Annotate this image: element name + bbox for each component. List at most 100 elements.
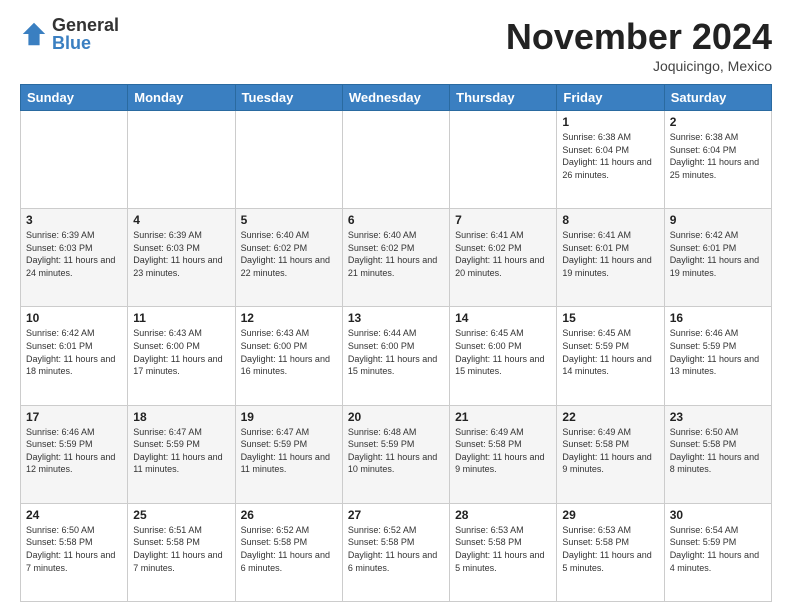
day-number: 3 [26,213,122,227]
calendar-cell: 16 Sunrise: 6:46 AM Sunset: 5:59 PM Dayli… [664,307,771,405]
day-info: Sunrise: 6:45 AM Sunset: 6:00 PM Dayligh… [455,327,551,377]
day-number: 12 [241,311,337,325]
calendar-cell [21,111,128,209]
col-header-thursday: Thursday [450,85,557,111]
calendar-cell: 29 Sunrise: 6:53 AM Sunset: 5:58 PM Dayli… [557,503,664,601]
calendar-cell: 26Sunrise: 6:52 AM Sunset: 5:58 PM Dayli… [235,503,342,601]
logo-blue: Blue [52,34,119,52]
day-info: Sunrise: 6:51 AM Sunset: 5:58 PM Dayligh… [133,524,229,574]
col-header-monday: Monday [128,85,235,111]
day-info: Sunrise: 6:50 AM Sunset: 5:58 PM Dayligh… [670,426,766,476]
calendar-cell: 20 Sunrise: 6:48 AM Sunset: 5:59 PM Dayli… [342,405,449,503]
day-number: 27 [348,508,444,522]
day-info: Sunrise: 6:50 AM Sunset: 5:58 PM Dayligh… [26,524,122,574]
calendar-cell: 22 Sunrise: 6:49 AM Sunset: 5:58 PM Dayli… [557,405,664,503]
day-info: Sunrise: 6:41 AM Sunset: 6:02 PM Dayligh… [455,229,551,279]
day-info: Sunrise: 6:42 AM Sunset: 6:01 PM Dayligh… [670,229,766,279]
day-info: Sunrise: 6:49 AM Sunset: 5:58 PM Dayligh… [562,426,658,476]
day-number: 20 [348,410,444,424]
day-info: Sunrise: 6:47 AM Sunset: 5:59 PM Dayligh… [241,426,337,476]
calendar-week-0: 1 Sunrise: 6:38 AM Sunset: 6:04 PM Daylig… [21,111,772,209]
day-info: Sunrise: 6:42 AM Sunset: 6:01 PM Dayligh… [26,327,122,377]
day-number: 14 [455,311,551,325]
day-number: 30 [670,508,766,522]
day-info: Sunrise: 6:52 AM Sunset: 5:58 PM Dayligh… [348,524,444,574]
day-info: Sunrise: 6:52 AM Sunset: 5:58 PM Dayligh… [241,524,337,574]
calendar-cell [342,111,449,209]
day-info: Sunrise: 6:41 AM Sunset: 6:01 PM Dayligh… [562,229,658,279]
calendar-cell: 23Sunrise: 6:50 AM Sunset: 5:58 PM Dayli… [664,405,771,503]
day-number: 28 [455,508,551,522]
day-number: 10 [26,311,122,325]
calendar-cell [128,111,235,209]
day-number: 15 [562,311,658,325]
day-number: 1 [562,115,658,129]
calendar: SundayMondayTuesdayWednesdayThursdayFrid… [20,84,772,602]
day-info: Sunrise: 6:48 AM Sunset: 5:59 PM Dayligh… [348,426,444,476]
col-header-tuesday: Tuesday [235,85,342,111]
calendar-cell: 21 Sunrise: 6:49 AM Sunset: 5:58 PM Dayli… [450,405,557,503]
calendar-cell: 13Sunrise: 6:44 AM Sunset: 6:00 PM Dayli… [342,307,449,405]
day-info: Sunrise: 6:53 AM Sunset: 5:58 PM Dayligh… [562,524,658,574]
col-header-sunday: Sunday [21,85,128,111]
day-number: 11 [133,311,229,325]
calendar-cell [450,111,557,209]
calendar-cell: 1 Sunrise: 6:38 AM Sunset: 6:04 PM Daylig… [557,111,664,209]
day-number: 8 [562,213,658,227]
day-info: Sunrise: 6:53 AM Sunset: 5:58 PM Dayligh… [455,524,551,574]
calendar-week-3: 17 Sunrise: 6:46 AM Sunset: 5:59 PM Dayli… [21,405,772,503]
day-number: 16 [670,311,766,325]
day-number: 17 [26,410,122,424]
day-number: 13 [348,311,444,325]
calendar-cell: 11 Sunrise: 6:43 AM Sunset: 6:00 PM Dayli… [128,307,235,405]
calendar-week-4: 24Sunrise: 6:50 AM Sunset: 5:58 PM Dayli… [21,503,772,601]
calendar-cell: 24Sunrise: 6:50 AM Sunset: 5:58 PM Dayli… [21,503,128,601]
day-info: Sunrise: 6:43 AM Sunset: 6:00 PM Dayligh… [241,327,337,377]
calendar-cell: 8 Sunrise: 6:41 AM Sunset: 6:01 PM Daylig… [557,209,664,307]
calendar-cell: 19Sunrise: 6:47 AM Sunset: 5:59 PM Dayli… [235,405,342,503]
logo-general: General [52,16,119,34]
month-title: November 2024 [506,16,772,58]
day-number: 21 [455,410,551,424]
day-info: Sunrise: 6:43 AM Sunset: 6:00 PM Dayligh… [133,327,229,377]
calendar-cell [235,111,342,209]
day-info: Sunrise: 6:45 AM Sunset: 5:59 PM Dayligh… [562,327,658,377]
calendar-cell: 18 Sunrise: 6:47 AM Sunset: 5:59 PM Dayli… [128,405,235,503]
day-number: 9 [670,213,766,227]
day-number: 2 [670,115,766,129]
calendar-cell: 5 Sunrise: 6:40 AM Sunset: 6:02 PM Daylig… [235,209,342,307]
day-number: 18 [133,410,229,424]
calendar-cell: 6Sunrise: 6:40 AM Sunset: 6:02 PM Daylig… [342,209,449,307]
day-info: Sunrise: 6:46 AM Sunset: 5:59 PM Dayligh… [670,327,766,377]
calendar-cell: 4 Sunrise: 6:39 AM Sunset: 6:03 PM Daylig… [128,209,235,307]
day-info: Sunrise: 6:39 AM Sunset: 6:03 PM Dayligh… [133,229,229,279]
logo: General Blue [20,16,119,52]
day-number: 5 [241,213,337,227]
day-info: Sunrise: 6:40 AM Sunset: 6:02 PM Dayligh… [241,229,337,279]
calendar-header-row: SundayMondayTuesdayWednesdayThursdayFrid… [21,85,772,111]
header: General Blue November 2024 Joquicingo, M… [20,16,772,74]
col-header-friday: Friday [557,85,664,111]
logo-icon [20,20,48,48]
day-info: Sunrise: 6:46 AM Sunset: 5:59 PM Dayligh… [26,426,122,476]
calendar-cell: 30Sunrise: 6:54 AM Sunset: 5:59 PM Dayli… [664,503,771,601]
calendar-cell: 27 Sunrise: 6:52 AM Sunset: 5:58 PM Dayli… [342,503,449,601]
day-info: Sunrise: 6:40 AM Sunset: 6:02 PM Dayligh… [348,229,444,279]
title-section: November 2024 Joquicingo, Mexico [506,16,772,74]
day-number: 25 [133,508,229,522]
location: Joquicingo, Mexico [506,58,772,74]
logo-text: General Blue [52,16,119,52]
day-info: Sunrise: 6:47 AM Sunset: 5:59 PM Dayligh… [133,426,229,476]
calendar-cell: 10 Sunrise: 6:42 AM Sunset: 6:01 PM Dayli… [21,307,128,405]
day-number: 4 [133,213,229,227]
day-info: Sunrise: 6:38 AM Sunset: 6:04 PM Dayligh… [670,131,766,181]
calendar-week-1: 3 Sunrise: 6:39 AM Sunset: 6:03 PM Daylig… [21,209,772,307]
day-info: Sunrise: 6:38 AM Sunset: 6:04 PM Dayligh… [562,131,658,181]
calendar-cell: 25 Sunrise: 6:51 AM Sunset: 5:58 PM Dayli… [128,503,235,601]
calendar-week-2: 10 Sunrise: 6:42 AM Sunset: 6:01 PM Dayli… [21,307,772,405]
calendar-cell: 15 Sunrise: 6:45 AM Sunset: 5:59 PM Dayli… [557,307,664,405]
day-number: 7 [455,213,551,227]
day-number: 22 [562,410,658,424]
day-number: 29 [562,508,658,522]
day-info: Sunrise: 6:49 AM Sunset: 5:58 PM Dayligh… [455,426,551,476]
